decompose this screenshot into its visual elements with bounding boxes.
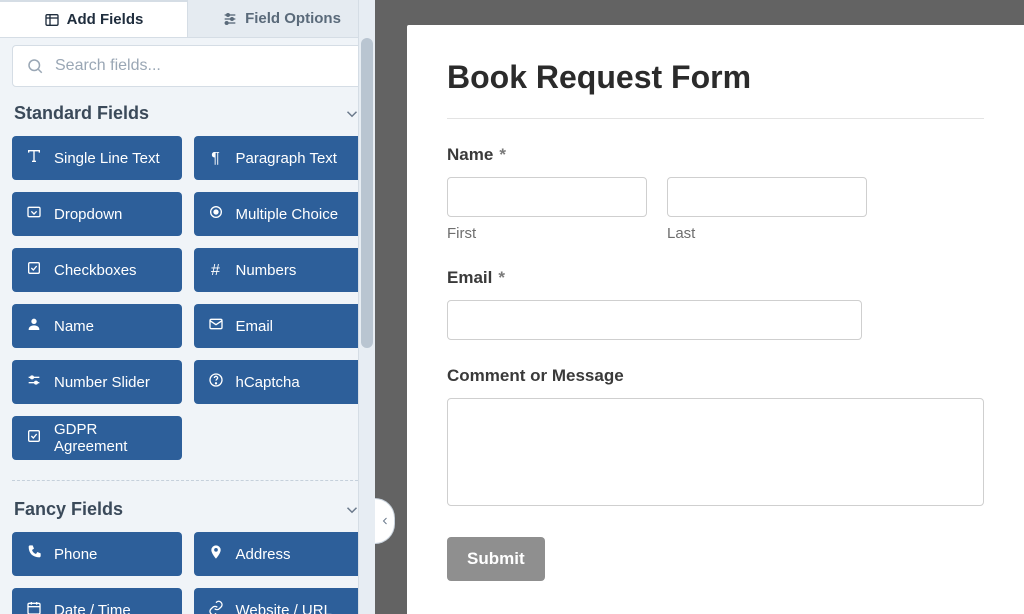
email-field-label: Email [447, 268, 492, 288]
radio-icon [208, 204, 224, 224]
submit-button[interactable]: Submit [447, 537, 545, 581]
field-type-label: Number Slider [54, 374, 150, 391]
check-icon [26, 260, 42, 280]
slider-icon [26, 372, 42, 392]
field-type-label: Multiple Choice [236, 206, 339, 223]
calendar-icon [26, 600, 42, 614]
comment-field-label: Comment or Message [447, 366, 624, 386]
section-standard-title: Standard Fields [14, 103, 149, 124]
last-name-sublabel: Last [667, 225, 867, 242]
sidebar-tabs: Add Fields Field Options [0, 0, 375, 38]
paragraph-icon: ¶ [208, 150, 224, 167]
field-type-number-slider[interactable]: Number Slider [12, 360, 182, 404]
name-field-label: Name [447, 145, 493, 165]
dropdown-icon [26, 204, 42, 224]
first-name-sublabel: First [447, 225, 647, 242]
section-standard-fields: Standard Fields Single Line Text ¶ Paragra… [0, 97, 375, 466]
form-preview-area: Book Request Form Name * First Last Emai… [375, 0, 1024, 614]
field-type-dropdown[interactable]: Dropdown [12, 192, 182, 236]
field-type-label: Address [236, 546, 291, 563]
tab-add-fields-label: Add Fields [67, 11, 144, 28]
phone-icon [26, 544, 42, 564]
pin-icon [208, 544, 224, 564]
field-type-paragraph-text[interactable]: ¶ Paragraph Text [194, 136, 364, 180]
sidebar: Add Fields Field Options Standard Fields… [0, 0, 375, 614]
field-type-address[interactable]: Address [194, 532, 364, 576]
tab-field-options-label: Field Options [245, 10, 341, 27]
field-type-label: Name [54, 318, 94, 335]
field-type-label: Single Line Text [54, 150, 160, 167]
section-fancy-title: Fancy Fields [14, 499, 123, 520]
field-type-numbers[interactable]: # Numbers [194, 248, 364, 292]
form-title: Book Request Form [447, 59, 984, 96]
field-type-date-time[interactable]: Date / Time [12, 588, 182, 614]
field-type-email[interactable]: Email [194, 304, 364, 348]
required-mark: * [499, 145, 506, 165]
field-type-website-url[interactable]: Website / URL [194, 588, 364, 614]
section-divider [12, 480, 363, 481]
add-fields-icon [44, 12, 60, 28]
field-type-label: Checkboxes [54, 262, 137, 279]
field-type-gdpr-agreement[interactable]: GDPR Agreement [12, 416, 182, 460]
email-input[interactable] [447, 300, 862, 340]
field-type-label: hCaptcha [236, 374, 300, 391]
last-name-input[interactable] [667, 177, 867, 217]
mail-icon [208, 316, 224, 336]
form-canvas: Book Request Form Name * First Last Emai… [407, 25, 1024, 614]
field-type-hcaptcha[interactable]: hCaptcha [194, 360, 364, 404]
field-type-name[interactable]: Name [12, 304, 182, 348]
field-type-label: Dropdown [54, 206, 122, 223]
field-type-label: Website / URL [236, 602, 332, 614]
field-options-icon [222, 11, 238, 27]
required-mark: * [498, 268, 505, 288]
text-icon [26, 148, 42, 168]
search-input[interactable] [12, 45, 363, 87]
user-icon [26, 316, 42, 336]
field-type-multiple-choice[interactable]: Multiple Choice [194, 192, 364, 236]
section-fancy-header[interactable]: Fancy Fields [12, 493, 363, 532]
field-type-single-line-text[interactable]: Single Line Text [12, 136, 182, 180]
field-email[interactable]: Email * [447, 268, 984, 340]
hash-icon: # [208, 262, 224, 279]
link-icon [208, 600, 224, 614]
field-type-phone[interactable]: Phone [12, 532, 182, 576]
title-rule [447, 118, 984, 119]
search-field [12, 45, 363, 87]
first-name-input[interactable] [447, 177, 647, 217]
field-type-label: Date / Time [54, 602, 131, 614]
tab-field-options[interactable]: Field Options [188, 0, 375, 37]
search-icon [26, 57, 44, 75]
section-fancy-fields: Fancy Fields Phone Address Date / Time Webs… [0, 493, 375, 614]
field-type-label: Numbers [236, 262, 297, 279]
tab-add-fields[interactable]: Add Fields [0, 0, 188, 37]
section-standard-header[interactable]: Standard Fields [12, 97, 363, 136]
sidebar-scrollbar[interactable] [358, 0, 375, 614]
field-name[interactable]: Name * First Last [447, 145, 984, 242]
field-type-checkboxes[interactable]: Checkboxes [12, 248, 182, 292]
chevron-left-icon [379, 515, 391, 527]
check-icon [26, 428, 42, 448]
field-comment[interactable]: Comment or Message [447, 366, 984, 511]
field-type-label: Email [236, 318, 274, 335]
help-icon [208, 372, 224, 392]
field-type-label: GDPR Agreement [54, 421, 168, 455]
field-type-label: Phone [54, 546, 97, 563]
comment-textarea[interactable] [447, 398, 984, 506]
field-type-label: Paragraph Text [236, 150, 337, 167]
